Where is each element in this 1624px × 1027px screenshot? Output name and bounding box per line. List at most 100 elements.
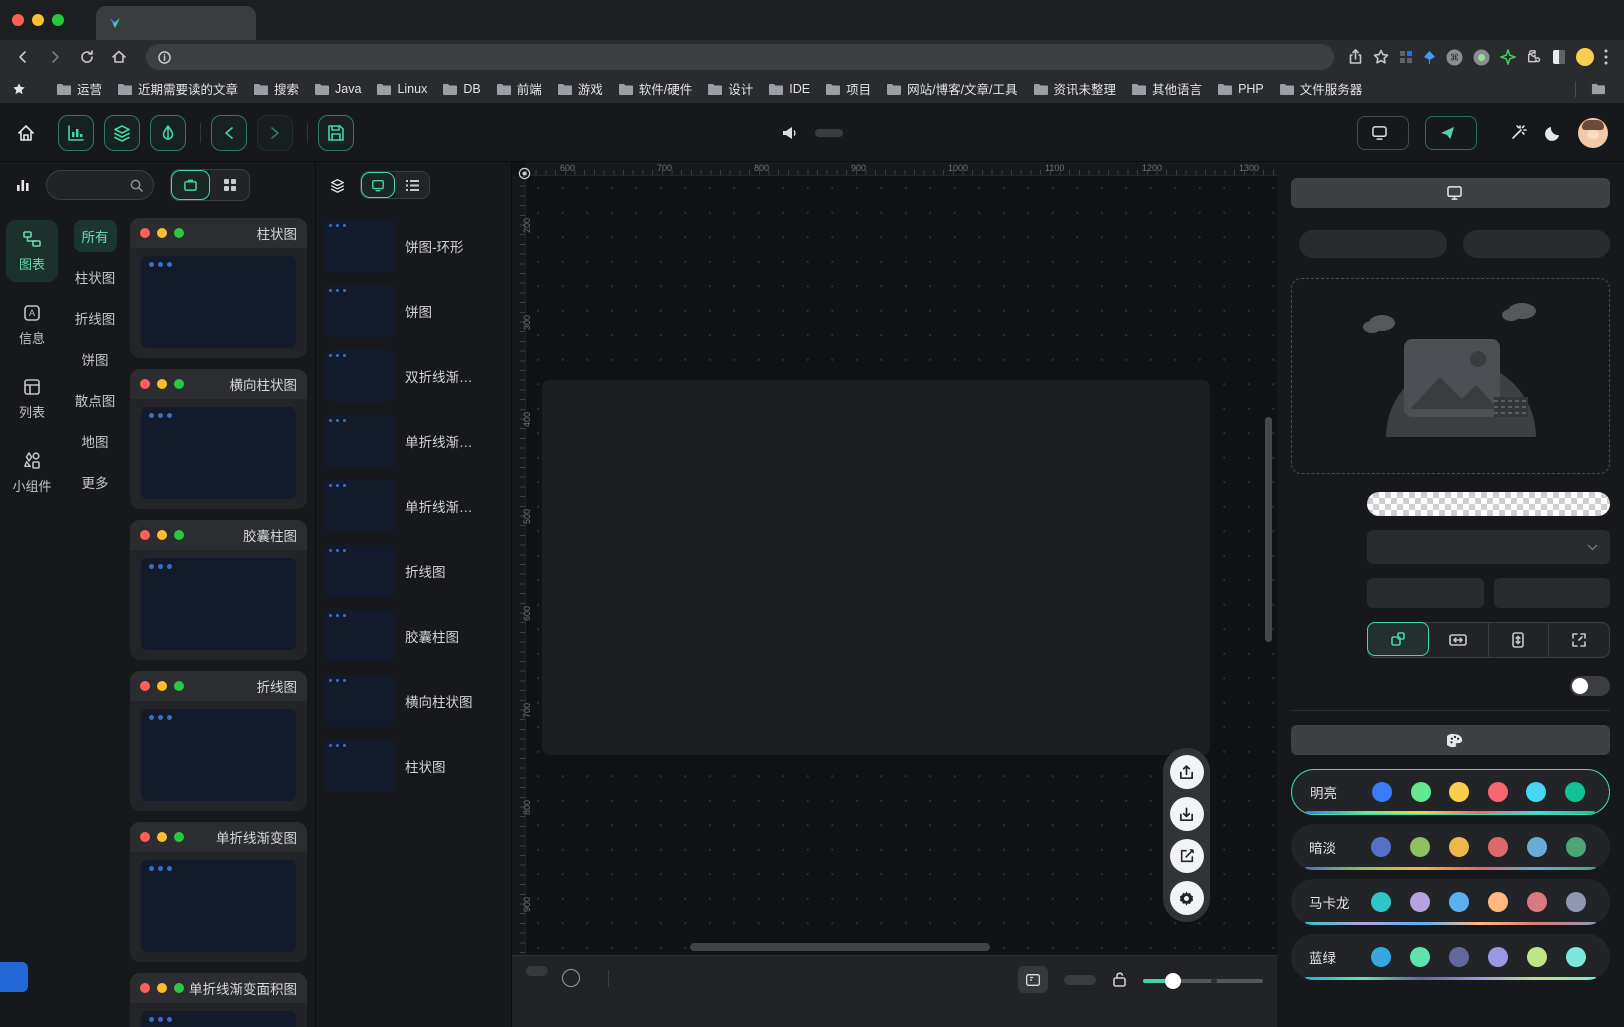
fit-scale-button[interactable] xyxy=(1367,622,1429,656)
component-card[interactable]: 单折线渐变图 xyxy=(130,822,307,962)
theme-row-暗淡[interactable]: 暗淡 xyxy=(1291,824,1610,870)
theme-color-header[interactable] xyxy=(1291,725,1610,755)
clear-color-button[interactable] xyxy=(1494,578,1611,608)
preview-button[interactable] xyxy=(1357,116,1409,150)
sidebar-item-1[interactable]: A信息 xyxy=(6,294,58,356)
kite-extension-icon[interactable] xyxy=(1423,50,1436,65)
layer-item[interactable]: 饼图-环形 xyxy=(324,220,503,272)
bookmark-folder[interactable]: Linux xyxy=(376,79,427,98)
bookmarks-star-icon[interactable] xyxy=(12,82,26,96)
bookmark-folder[interactable]: 资讯未整理 xyxy=(1033,79,1117,98)
bookmark-folder[interactable]: 运营 xyxy=(56,79,102,98)
layer-item[interactable]: 单折线渐… xyxy=(324,415,503,467)
settings-gear-icon[interactable] xyxy=(1170,881,1204,915)
bookmark-folder[interactable]: 近期需要读的文章 xyxy=(117,79,238,98)
user-avatar[interactable] xyxy=(1578,118,1608,148)
board-chart-3[interactable] xyxy=(560,512,750,620)
forward-icon[interactable] xyxy=(42,44,68,70)
sidebar-item-2[interactable]: 列表 xyxy=(6,368,58,430)
app-type-select[interactable] xyxy=(1367,530,1610,564)
zoom-window-button[interactable] xyxy=(52,14,64,26)
import-button[interactable] xyxy=(1170,797,1204,831)
category-item[interactable]: 更多 xyxy=(74,466,117,498)
magic-wand-icon[interactable] xyxy=(1509,123,1528,142)
vertical-scrollbar[interactable] xyxy=(1265,417,1272,642)
sidebar-item-3[interactable]: 小组件 xyxy=(6,442,58,504)
fit-width-button[interactable] xyxy=(1428,623,1489,657)
home-button[interactable] xyxy=(16,123,36,143)
bookmark-star-icon[interactable] xyxy=(1373,49,1389,65)
reload-icon[interactable] xyxy=(74,44,100,70)
height-stepper[interactable] xyxy=(1463,230,1611,258)
background-upload-dropzone[interactable] xyxy=(1291,278,1610,474)
bookmark-folder[interactable]: 其他语言 xyxy=(1131,79,1202,98)
bookmark-folder[interactable]: 文件服务器 xyxy=(1279,79,1363,98)
board-chart-7[interactable] xyxy=(782,592,952,727)
bookmark-folder[interactable]: PHP xyxy=(1217,79,1264,98)
bookmark-folder[interactable]: 软件/硬件 xyxy=(618,79,692,98)
component-card[interactable]: 胶囊柱图 xyxy=(130,520,307,660)
minimize-window-button[interactable] xyxy=(32,14,44,26)
board-chart-1[interactable] xyxy=(764,392,949,507)
dashboard-board[interactable] xyxy=(542,380,1210,755)
component-card[interactable]: 横向柱状图 xyxy=(130,369,307,509)
component-card[interactable]: 单折线渐变面积图 xyxy=(130,973,307,1027)
board-chart-2[interactable] xyxy=(962,398,1132,506)
charts-drawer-button[interactable] xyxy=(58,115,94,151)
bookmark-folder[interactable]: DB xyxy=(442,79,480,98)
workspace-name-pill[interactable] xyxy=(815,129,843,137)
clear-background-button[interactable] xyxy=(1367,578,1484,608)
back-icon[interactable] xyxy=(10,44,36,70)
reading-list-icon[interactable] xyxy=(1552,49,1566,65)
category-item[interactable]: 饼图 xyxy=(74,343,117,375)
category-item[interactable]: 地图 xyxy=(74,425,117,457)
board-chart-6[interactable] xyxy=(582,620,750,730)
bookmark-folder[interactable]: Java xyxy=(314,79,361,98)
component-card[interactable]: 柱状图 xyxy=(130,218,307,358)
details-drawer-button[interactable] xyxy=(150,115,186,151)
layer-item[interactable]: 横向柱状图 xyxy=(324,675,503,727)
bookmark-folder[interactable]: IDE xyxy=(768,79,810,98)
layer-item[interactable]: 饼图 xyxy=(324,285,503,337)
undo-button[interactable] xyxy=(211,115,247,151)
export-button[interactable] xyxy=(1170,755,1204,789)
fit-stretch-button[interactable] xyxy=(1549,623,1609,657)
board-chart-8[interactable] xyxy=(980,598,1095,710)
bookmark-folder[interactable]: 游戏 xyxy=(557,79,603,98)
category-item[interactable]: 散点图 xyxy=(67,384,124,416)
green-star-extension-icon[interactable] xyxy=(1500,49,1516,65)
zoom-select[interactable] xyxy=(1064,975,1096,985)
lock-icon[interactable] xyxy=(1112,971,1127,988)
list-view-toggle[interactable] xyxy=(395,172,429,198)
layer-item[interactable]: 折线图 xyxy=(324,545,503,597)
bookmark-folder[interactable]: 前端 xyxy=(496,79,542,98)
width-stepper[interactable] xyxy=(1299,230,1447,258)
theme-row-蓝绿[interactable]: 蓝绿 xyxy=(1291,934,1610,980)
thumbnail-view-toggle[interactable] xyxy=(361,172,395,198)
edit-button[interactable] xyxy=(1170,839,1204,873)
theme-row-明亮[interactable]: 明亮 xyxy=(1291,769,1610,815)
browser-tab[interactable] xyxy=(96,6,256,40)
layer-item[interactable]: 双折线渐… xyxy=(324,350,503,402)
toggle-panels-button[interactable] xyxy=(1018,966,1048,993)
help-icon[interactable] xyxy=(562,969,580,987)
category-item[interactable]: 折线图 xyxy=(67,302,124,334)
profile-avatar-icon[interactable] xyxy=(1576,48,1594,66)
more-menu-icon[interactable] xyxy=(1604,49,1608,65)
layer-item[interactable]: 胶囊柱图 xyxy=(324,610,503,662)
layers-drawer-button[interactable] xyxy=(104,115,140,151)
sidebar-item-0[interactable]: 图表 xyxy=(6,220,58,282)
single-view-toggle[interactable] xyxy=(171,170,210,200)
save-button[interactable] xyxy=(318,115,354,151)
bookmark-folder[interactable]: 项目 xyxy=(825,79,871,98)
bookmark-folder[interactable]: 网站/博客/文章/工具 xyxy=(886,79,1017,98)
share-icon[interactable] xyxy=(1348,49,1363,65)
grid-view-toggle[interactable] xyxy=(210,170,249,200)
other-bookmarks[interactable] xyxy=(1591,83,1612,95)
page-config-header[interactable] xyxy=(1291,178,1610,208)
puzzle-extensions-icon[interactable] xyxy=(1526,49,1542,65)
camera-extension-icon[interactable] xyxy=(1473,49,1490,66)
design-canvas[interactable]: 6007008009001000110012001300 20030040050… xyxy=(512,162,1277,1027)
bg-color-swatch[interactable] xyxy=(1367,492,1610,516)
command-extension-icon[interactable]: ⌘ xyxy=(1446,49,1463,66)
